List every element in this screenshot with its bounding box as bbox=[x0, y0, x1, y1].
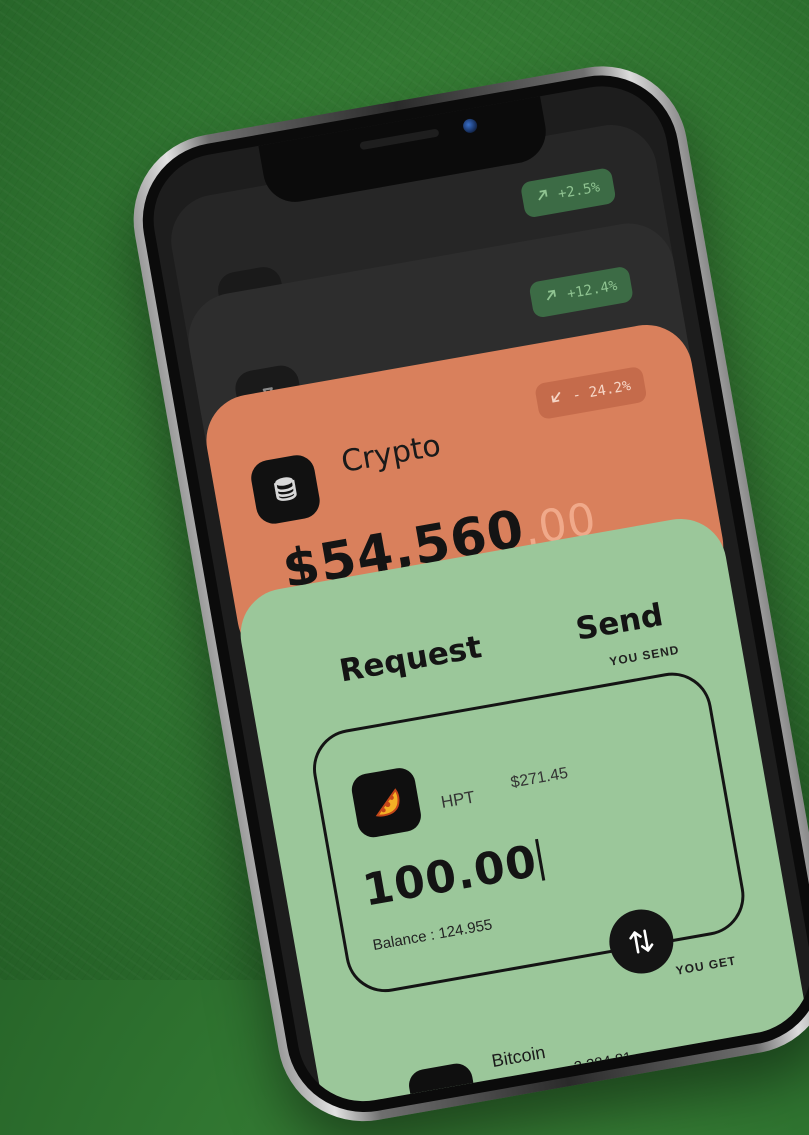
speaker-grille bbox=[359, 128, 440, 151]
front-camera bbox=[462, 117, 479, 134]
tab-send[interactable]: Send bbox=[573, 597, 666, 648]
crypto-title: Crypto bbox=[338, 428, 444, 480]
crypto-change-value: - 24.2% bbox=[571, 378, 633, 405]
send-amount-value: 100.00 bbox=[359, 835, 542, 917]
coin-stack-icon bbox=[248, 452, 323, 527]
send-amount-input[interactable]: 100.00 bbox=[359, 835, 546, 917]
tab-request[interactable]: Request bbox=[337, 629, 485, 689]
pizza-icon[interactable] bbox=[349, 765, 424, 840]
send-amount-panel: HPT $271.45 100.00 Balance : 124.955 bbox=[306, 666, 751, 999]
nft-change-badge: +2.5% bbox=[519, 167, 617, 219]
you-get-label: YOU GET bbox=[674, 953, 738, 978]
from-token-price: $271.45 bbox=[509, 764, 570, 792]
arrow-down-left-icon bbox=[548, 380, 566, 418]
arrow-up-right-icon bbox=[533, 179, 551, 217]
ordinals-change-value: +12.4% bbox=[565, 277, 619, 303]
you-send-label: YOU SEND bbox=[608, 642, 681, 669]
ordinals-change-badge: +12.4% bbox=[528, 265, 635, 319]
swap-card: Request Send YOU SEND HPT $271.45 100.00… bbox=[233, 511, 809, 1112]
nft-change-value: +2.5% bbox=[556, 179, 602, 203]
arrow-up-right-icon bbox=[543, 279, 561, 317]
crypto-change-badge: - 24.2% bbox=[534, 365, 648, 421]
from-token-symbol: HPT bbox=[439, 787, 477, 812]
to-token-name: Bitcoin bbox=[490, 1042, 547, 1072]
from-token-balance: Balance : 124.955 bbox=[371, 916, 494, 955]
